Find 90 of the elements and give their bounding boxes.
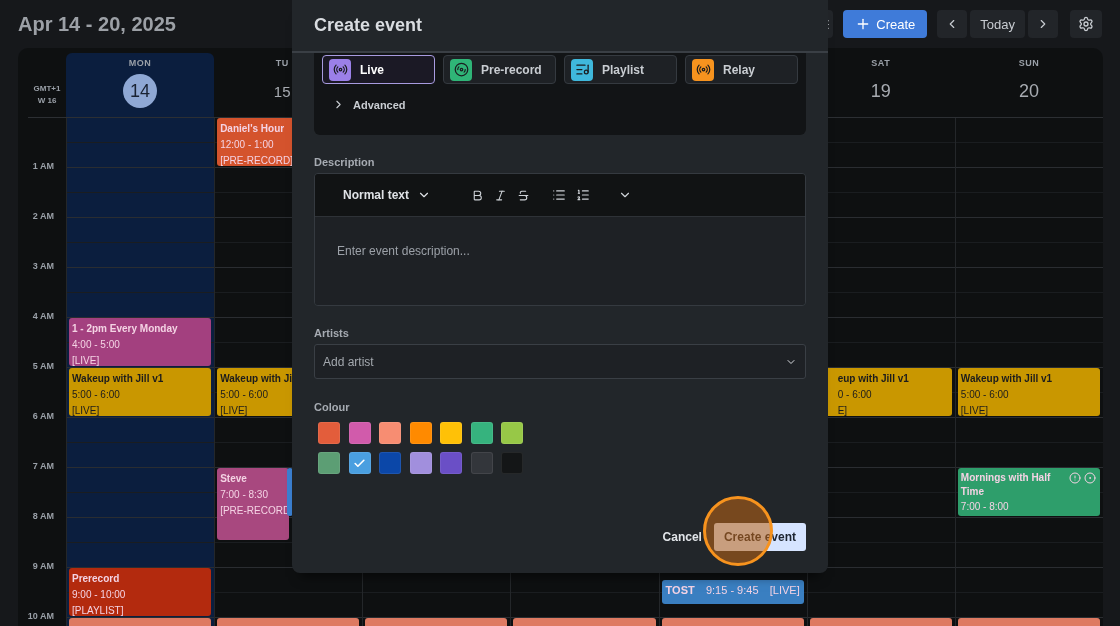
day-name: SUN: [1018, 58, 1040, 68]
day-date: 20: [1017, 79, 1040, 103]
day-date: 14: [123, 74, 158, 108]
previous-button[interactable]: [937, 10, 968, 38]
event-time: 4:00 - 5:00: [72, 338, 120, 352]
hour-label: 8 AM: [32, 511, 54, 521]
colour-swatch[interactable]: [348, 422, 371, 444]
event-tag: [LIVE]: [220, 403, 248, 416]
event-type-option[interactable]: Pre-record: [443, 55, 556, 84]
event-time: 9:15 - 9:45: [705, 583, 759, 598]
description-input[interactable]: Enter event description...: [315, 217, 805, 305]
event-tag: [LIVE]: [960, 403, 989, 416]
event-time: 0 - 6:00: [837, 388, 872, 402]
event-tag: [PRE-RECORD]: [220, 153, 293, 166]
hour-label: 2 AM: [32, 211, 54, 221]
artists-label: Artists: [314, 327, 350, 339]
event-tag: [PLAYLIST]: [72, 603, 124, 616]
event-tag: E]: [837, 403, 848, 416]
event-time: 5:00 - 6:00: [220, 388, 268, 402]
hour-label: 6 AM: [32, 411, 54, 421]
colour-swatch[interactable]: [318, 422, 340, 444]
settings-icon: [1078, 16, 1094, 32]
event-title: Steve: [220, 472, 247, 486]
check-icon: [353, 456, 366, 470]
hour-label: 1 AM: [32, 161, 54, 171]
event-block[interactable]: Wakeup with Jill v1 5:00 - 6:00 [LIVE]: [69, 368, 212, 416]
hour-label: 10 AM: [27, 611, 54, 621]
day-header[interactable]: MON 14: [66, 53, 215, 118]
event-time: 9:00 - 10:00: [72, 588, 126, 602]
colour-label: Colour: [314, 401, 351, 413]
day-date: 15: [273, 81, 291, 102]
event-type-option[interactable]: Playlist: [564, 55, 677, 84]
cancel-button[interactable]: Cancel: [662, 530, 702, 544]
event-type-option[interactable]: Relay: [685, 55, 798, 84]
event-block[interactable]: Wakeup with Jill v1 5:00 - 6:00 [LIVE]: [957, 368, 1100, 416]
day-name: TU: [275, 58, 289, 68]
hour-label: 5 AM: [32, 361, 54, 371]
event-type-option[interactable]: Live: [322, 55, 435, 84]
event-title: eup with Jill v1: [837, 372, 909, 386]
text-style-dropdown[interactable]: Normal text: [337, 187, 438, 203]
colour-swatch[interactable]: [318, 452, 340, 474]
colour-swatch[interactable]: [348, 452, 371, 474]
today-button[interactable]: Today: [970, 10, 1025, 38]
event-title: Mornings with Half Time: [960, 471, 1052, 499]
timezone-label: GMT+1: [33, 83, 61, 95]
event-block[interactable]: Prerecord 9:00 - 10:00 [PLAYLIST]: [69, 568, 212, 616]
colour-swatch[interactable]: [470, 452, 493, 474]
colour-swatch[interactable]: [470, 422, 493, 444]
event-time: 5:00 - 6:00: [72, 388, 120, 402]
date-range-title: Apr 14 - 20, 2025: [18, 12, 176, 36]
event-title: Prerecord: [72, 572, 120, 586]
day-date: 19: [869, 79, 892, 103]
event-title: Wakeup with Jill v1: [72, 372, 164, 386]
colour-swatch[interactable]: [501, 422, 523, 444]
colour-swatch[interactable]: [379, 422, 401, 444]
hour-label: 9 AM: [32, 561, 54, 571]
event-time: 12:00 - 1:00: [220, 138, 274, 152]
event-time: 7:00 - 8:30: [220, 488, 268, 502]
colour-swatch[interactable]: [379, 452, 401, 474]
event-tag: [LIVE]: [769, 582, 800, 598]
event-title: TOST: [665, 583, 695, 598]
next-button[interactable]: [1028, 10, 1058, 38]
event-block[interactable]: 1 - 2pm Every Monday 4:00 - 5:00 [LIVE]: [69, 318, 212, 366]
italic-icon: [494, 188, 508, 202]
colour-swatch[interactable]: [440, 452, 462, 474]
settings-button[interactable]: [1070, 10, 1102, 38]
bold-icon: [471, 188, 485, 202]
bullet-list-icon: [552, 188, 567, 202]
colour-swatch[interactable]: [409, 452, 432, 474]
event-time: 7:00 - 8:00: [960, 500, 1009, 514]
event-title: 1 - 2pm Every Monday: [72, 322, 178, 336]
day-header[interactable]: SUN 20: [954, 53, 1103, 118]
create-button[interactable]: Create: [843, 10, 928, 38]
day-name: MON: [128, 58, 152, 68]
event-title: Daniel's Hour: [220, 122, 285, 136]
event-tag: [LIVE]: [72, 403, 100, 416]
event-time: 5:00 - 6:00: [960, 388, 1009, 402]
week-label: W 16: [37, 95, 57, 107]
event-title: Wakeup with Jill v1: [960, 372, 1053, 386]
colour-swatch[interactable]: [409, 422, 432, 444]
hour-label: 3 AM: [32, 261, 54, 271]
day-name: SAT: [871, 58, 891, 68]
colour-swatch[interactable]: [440, 422, 462, 444]
event-tag: [LIVE]: [72, 353, 100, 366]
strikethrough-icon: [517, 188, 531, 202]
hour-label: 7 AM: [32, 461, 54, 471]
event-title: Wakeup with Ji: [220, 372, 292, 386]
numbered-list-icon: [576, 188, 591, 202]
dialog-title: Create event: [314, 15, 423, 36]
hour-label: 4 AM: [32, 311, 54, 321]
